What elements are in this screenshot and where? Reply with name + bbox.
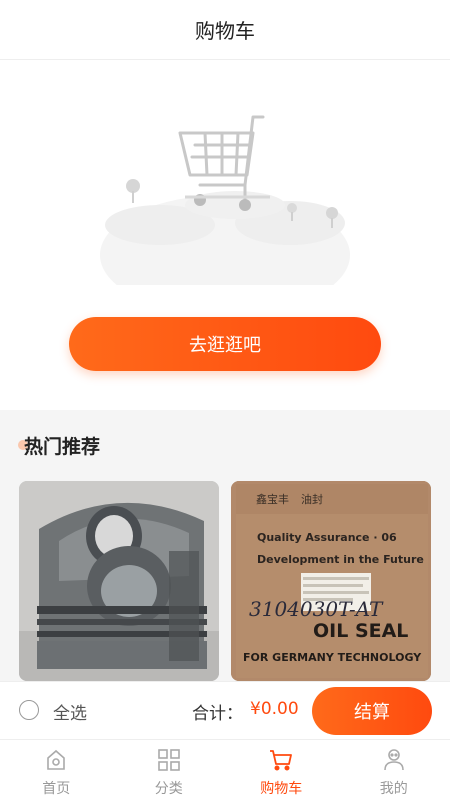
tab-profile[interactable]: 我的 [338, 740, 450, 800]
tab-home-label: 首页 [42, 781, 71, 797]
checkout-button[interactable]: 结算 [312, 687, 432, 735]
total-value: ¥0.00 [250, 699, 299, 719]
bottom-tab-bar: 首页 分类 购物车 我的 [0, 739, 450, 800]
oil-seal-text: OIL SEAL [313, 620, 408, 642]
quality-text: Quality Assurance · 06 [257, 531, 397, 544]
profile-icon [383, 749, 404, 771]
home-icon [47, 749, 66, 770]
handwriting-text: 3104030T-AT [249, 597, 384, 621]
cart-icon [270, 750, 293, 771]
cart-bottom-bar: 全选 合计： ¥0.00 结算 [0, 681, 450, 739]
total-label: 合计： [192, 704, 243, 724]
product-card-oil-seal[interactable]: 鑫宝丰 油封 Quality Assurance · 06 Developmen… [231, 481, 431, 681]
go-shopping-button[interactable]: 去逛逛吧 [69, 317, 381, 371]
tab-profile-label: 我的 [379, 781, 408, 797]
oil-seal-box-image: 鑫宝丰 油封 Quality Assurance · 06 Developmen… [231, 481, 431, 681]
development-text: Development in the Future [257, 553, 424, 566]
hot-recommend-title: 热门推荐 [24, 436, 101, 458]
brand-text: 鑫宝丰 [256, 492, 289, 506]
germany-tech-text: FOR GERMANY TECHNOLOGY [243, 651, 422, 664]
select-all-radio[interactable] [19, 700, 39, 720]
tab-cart-label: 购物车 [260, 781, 303, 797]
page-title: 购物车 [195, 19, 255, 43]
category-icon [157, 749, 180, 771]
tab-home[interactable]: 首页 [0, 740, 113, 800]
select-all-label[interactable]: 全选 [53, 699, 87, 724]
empty-cart-illustration [100, 115, 350, 285]
brand-suffix-text: 油封 [301, 492, 323, 506]
tab-cart[interactable]: 购物车 [225, 740, 338, 800]
tab-category[interactable]: 分类 [113, 740, 226, 800]
hot-recommend-section: 热门推荐 鑫宝丰 油封 Quality Assurance · 06 Devel… [0, 412, 450, 682]
tab-category-label: 分类 [154, 781, 183, 797]
piston-image [19, 481, 219, 681]
page-header: 购物车 [0, 0, 450, 60]
product-card-piston[interactable] [19, 481, 219, 681]
